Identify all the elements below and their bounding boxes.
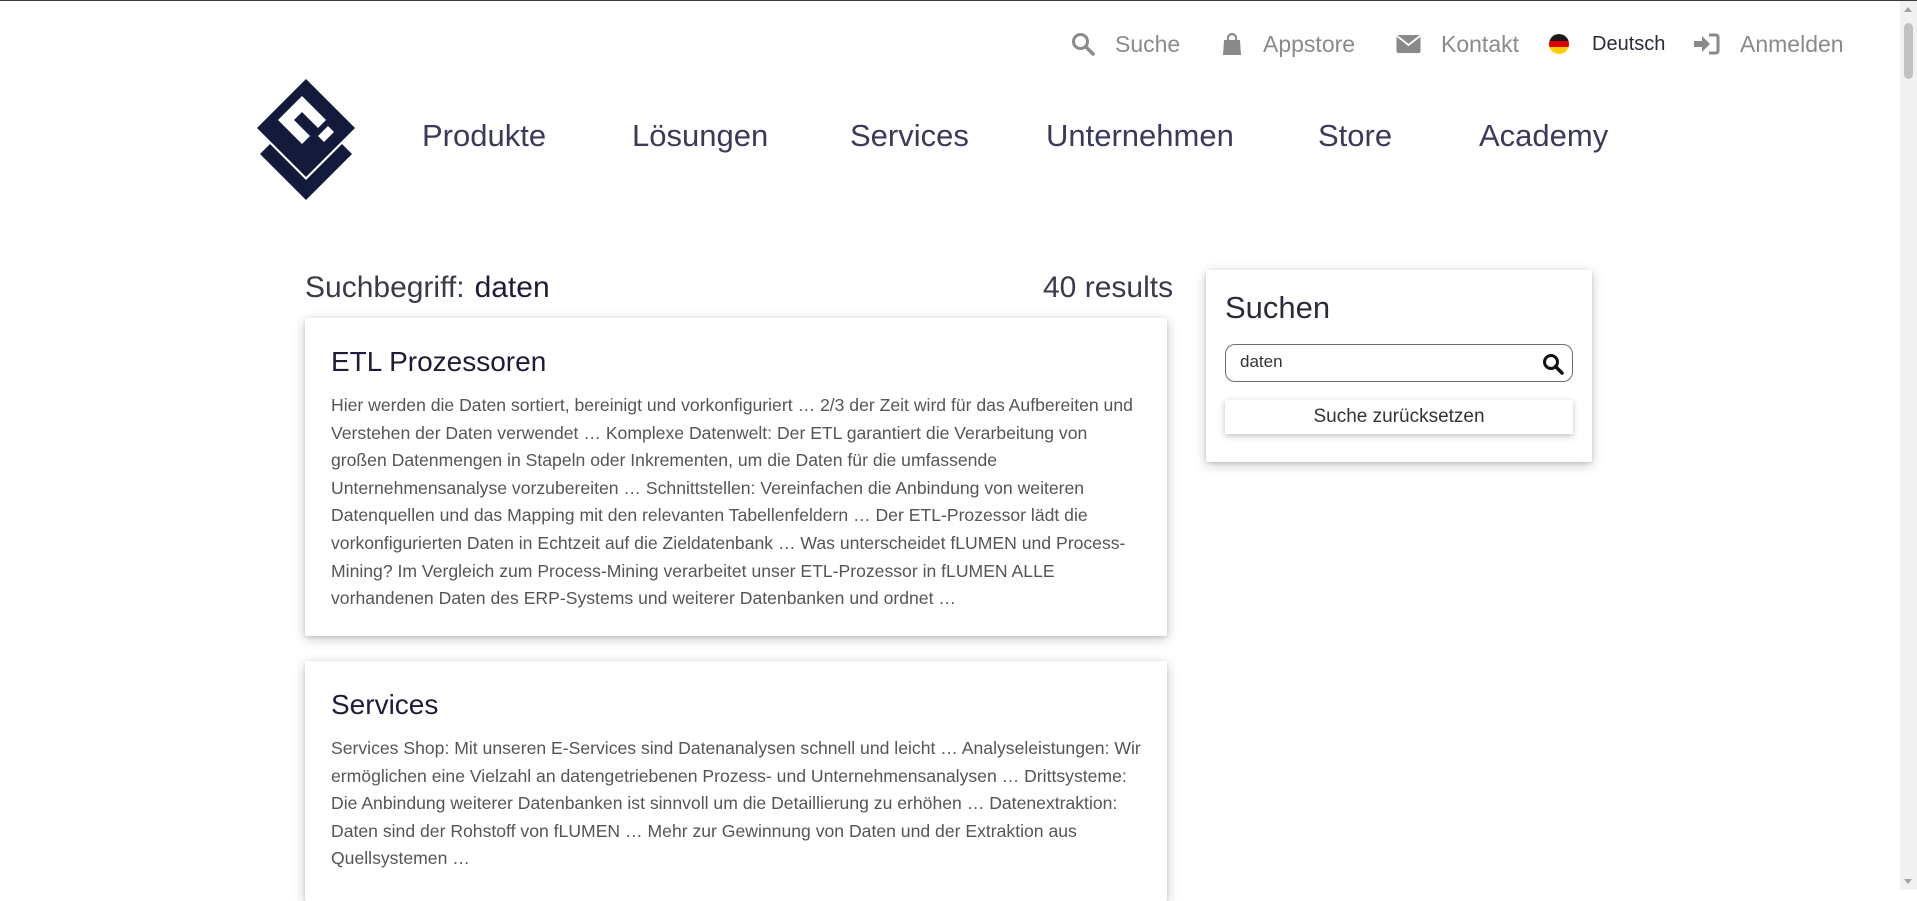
logo-icon[interactable] xyxy=(256,78,356,203)
result-title[interactable]: ETL Prozessoren xyxy=(331,346,546,378)
envelope-icon xyxy=(1396,34,1421,54)
top-appstore-label: Appstore xyxy=(1263,30,1356,57)
nav-item-loesungen[interactable]: Lösungen xyxy=(632,118,768,154)
german-flag-icon xyxy=(1549,34,1569,54)
nav-item-academy[interactable]: Academy xyxy=(1479,118,1608,154)
shopping-bag-icon xyxy=(1221,32,1243,56)
scroll-up-arrow-icon[interactable] xyxy=(1904,7,1912,12)
window-top-border xyxy=(0,0,1917,1)
page-scrollbar[interactable] xyxy=(1900,1,1917,890)
language-label: Deutsch xyxy=(1592,32,1666,55)
top-contact-link[interactable]: Kontakt xyxy=(1396,26,1519,62)
top-contact-label: Kontakt xyxy=(1441,30,1519,57)
result-card[interactable]: ETL Prozessoren Hier werden die Daten so… xyxy=(305,318,1167,636)
nav-item-unternehmen[interactable]: Unternehmen xyxy=(1046,118,1234,154)
top-login-label: Anmelden xyxy=(1740,30,1844,57)
result-snippet: Hier werden die Daten sortiert, bereinig… xyxy=(331,395,1133,609)
search-term-label: Suchbegriff: xyxy=(305,271,465,304)
result-title[interactable]: Services xyxy=(331,689,438,721)
scrollbar-thumb[interactable] xyxy=(1904,23,1913,79)
search-input-wrapper xyxy=(1225,344,1573,382)
nav-item-services[interactable]: Services xyxy=(850,118,969,154)
search-submit-icon[interactable] xyxy=(1542,353,1564,375)
search-sidebar: Suchen Suche zurücksetzen xyxy=(1206,270,1592,462)
sign-in-icon xyxy=(1694,33,1720,55)
search-term-heading: Suchbegriff: daten xyxy=(305,271,550,305)
search-icon xyxy=(1071,32,1095,56)
search-term-value: daten xyxy=(474,271,550,304)
top-search-label: Suche xyxy=(1115,30,1181,57)
top-utility-bar: Suche Appstore Kontakt Deutsch Anmelden xyxy=(0,26,1917,62)
scroll-down-arrow-icon[interactable] xyxy=(1904,879,1912,884)
top-search-link[interactable]: Suche xyxy=(1071,26,1180,62)
reset-search-button[interactable]: Suche zurücksetzen xyxy=(1225,400,1573,434)
search-input[interactable] xyxy=(1240,352,1520,372)
nav-item-produkte[interactable]: Produkte xyxy=(422,118,546,154)
nav-item-store[interactable]: Store xyxy=(1318,118,1392,154)
sidebar-title: Suchen xyxy=(1225,290,1331,325)
top-login-link[interactable]: Anmelden xyxy=(1694,26,1844,62)
result-card[interactable]: Services Services Shop: Mit unseren E-Se… xyxy=(305,661,1167,901)
language-selector[interactable]: Deutsch xyxy=(1549,26,1665,62)
result-snippet: Services Shop: Mit unseren E-Services si… xyxy=(331,738,1141,869)
result-count: 40 results xyxy=(1043,271,1174,304)
top-appstore-link[interactable]: Appstore xyxy=(1221,26,1355,62)
